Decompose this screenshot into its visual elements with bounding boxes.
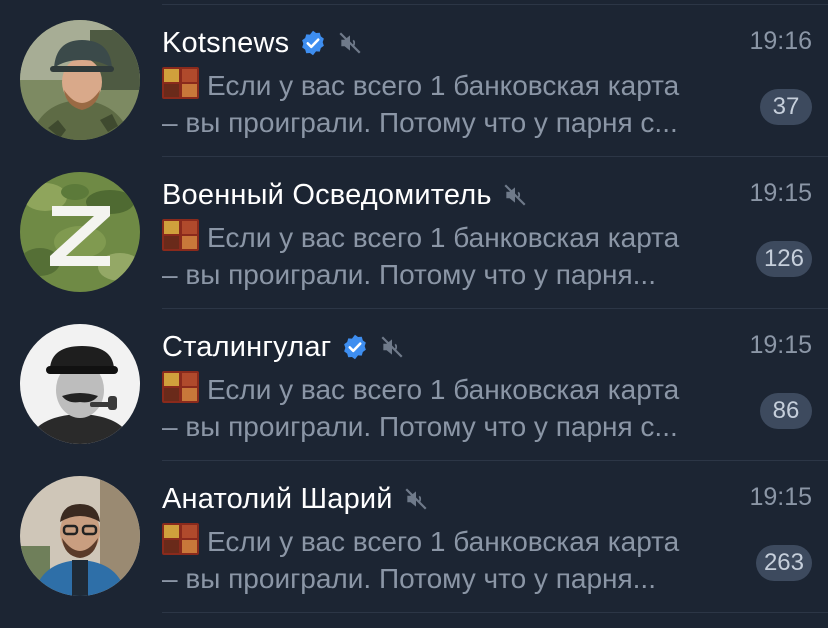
verified-badge-icon [341, 333, 369, 361]
message-preview: Если у вас всего 1 банковская карта – вы… [162, 67, 737, 141]
chat-name: Военный Осведомитель [162, 178, 492, 211]
chat-row-voenny-osvedomitel[interactable]: Военный Осведомитель 19:15 Если у вас вс… [0, 157, 828, 309]
chat-time: 19:15 [749, 179, 812, 207]
man-avatar-image [20, 476, 140, 596]
preview-text-line-1: Если у вас всего 1 банковская карта [207, 526, 680, 557]
chat-name: Анатолий Шарий [162, 482, 393, 515]
chat-name: Сталингулаг [162, 330, 332, 363]
media-thumbnail-icon [162, 371, 199, 403]
unread-count-badge: 126 [755, 241, 812, 277]
muted-speaker-icon [403, 486, 429, 512]
preview-line-1: Если у вас всего 1 банковская карта [162, 219, 737, 256]
preview-line-1: Если у вас всего 1 банковская карта [162, 523, 737, 560]
chat-title-line: Сталингулаг [162, 329, 405, 365]
avatar[interactable] [20, 172, 140, 292]
unread-count-badge: 37 [760, 89, 812, 125]
muted-speaker-icon [379, 334, 405, 360]
z-camo-avatar-image [20, 172, 140, 292]
unread-count-badge: 86 [760, 393, 812, 429]
avatar[interactable] [20, 324, 140, 444]
row-divider [162, 612, 828, 613]
media-thumbnail-icon [162, 523, 199, 555]
media-thumbnail-icon [162, 67, 199, 99]
chat-row-anatoly-shariy[interactable]: Анатолий Шарий 19:15 Если у вас всего 1 … [0, 461, 828, 613]
preview-line-2: – вы проиграли. Потому что у парня... [162, 259, 656, 290]
message-preview: Если у вас всего 1 банковская карта – вы… [162, 523, 737, 597]
avatar[interactable] [20, 20, 140, 140]
unread-count-badge: 263 [755, 545, 812, 581]
preview-text-line-1: Если у вас всего 1 банковская карта [207, 70, 680, 101]
chat-row-stalingulag[interactable]: Сталингулаг 19:15 Если у вас всего 1 бан… [0, 309, 828, 461]
avatar[interactable] [20, 476, 140, 596]
chat-title-line: Kotsnews [162, 25, 363, 61]
soldier-avatar-image [20, 20, 140, 140]
message-preview: Если у вас всего 1 банковская карта – вы… [162, 371, 737, 445]
preview-line-1: Если у вас всего 1 банковская карта [162, 371, 737, 408]
message-preview: Если у вас всего 1 банковская карта – вы… [162, 219, 737, 293]
preview-line-2: – вы проиграли. Потому что у парня... [162, 563, 656, 594]
verified-badge-icon [299, 29, 327, 57]
chat-time: 19:16 [749, 27, 812, 55]
chat-time: 19:15 [749, 331, 812, 359]
chat-list: Kotsnews 19:16 Если у вас всего 1 банков… [0, 5, 828, 613]
preview-text-line-1: Если у вас всего 1 банковская карта [207, 222, 680, 253]
preview-text-line-1: Если у вас всего 1 банковская карта [207, 374, 680, 405]
muted-speaker-icon [502, 182, 528, 208]
chat-row-kotsnews[interactable]: Kotsnews 19:16 Если у вас всего 1 банков… [0, 5, 828, 157]
chat-time: 19:15 [749, 483, 812, 511]
chat-title-line: Анатолий Шарий [162, 481, 429, 517]
chat-title-line: Военный Осведомитель [162, 177, 528, 213]
preview-line-2: – вы проиграли. Потому что у парня с... [162, 107, 678, 138]
muted-speaker-icon [337, 30, 363, 56]
media-thumbnail-icon [162, 219, 199, 251]
portrait-avatar-image [20, 324, 140, 444]
preview-line-2: – вы проиграли. Потому что у парня с... [162, 411, 678, 442]
chat-name: Kotsnews [162, 26, 290, 59]
preview-line-1: Если у вас всего 1 банковская карта [162, 67, 737, 104]
